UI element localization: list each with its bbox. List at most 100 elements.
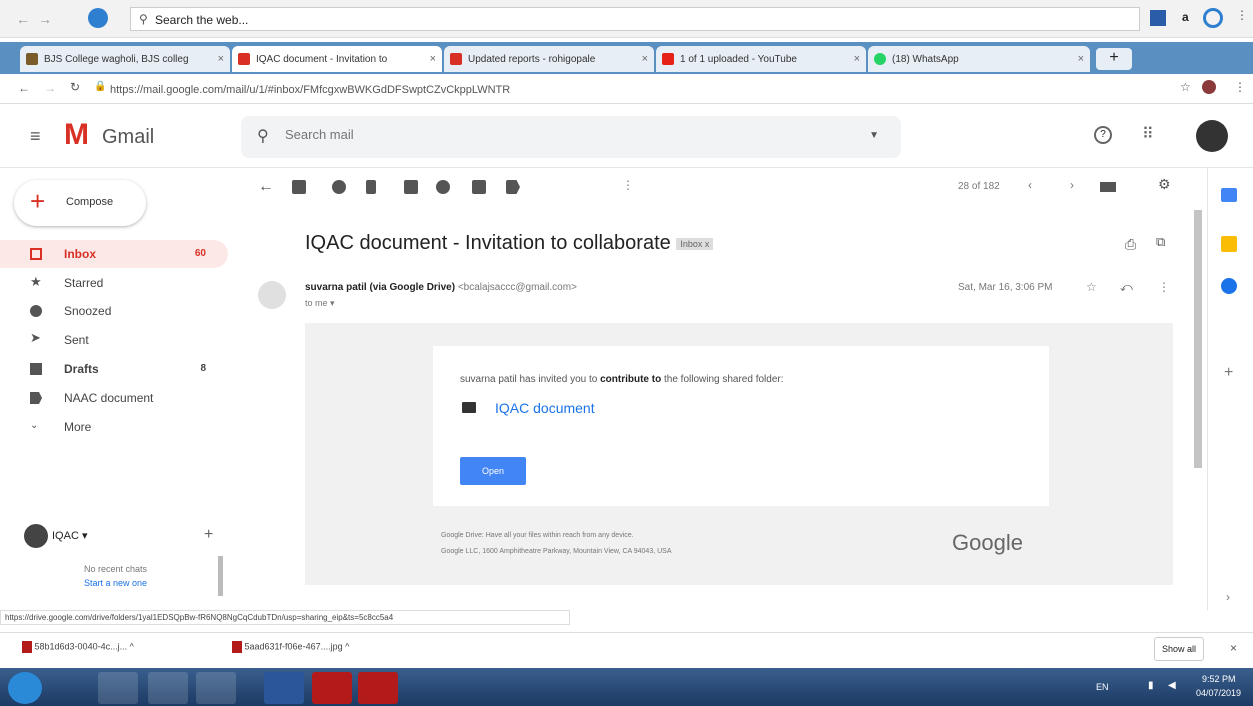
avatar[interactable] <box>24 524 48 548</box>
file-explorer-icon[interactable] <box>196 672 236 704</box>
sidebar-item-drafts[interactable]: Drafts 8 <box>0 355 228 383</box>
sidebar-item-more[interactable]: ⌄ More <box>0 413 228 441</box>
network-icon[interactable]: ▮ <box>1148 680 1154 691</box>
chat-scrollbar[interactable] <box>218 556 223 596</box>
get-addons-plus-icon[interactable]: + <box>1224 364 1233 382</box>
settings-gear-icon[interactable]: ⚙ <box>1158 176 1171 193</box>
close-icon[interactable]: × <box>1230 641 1237 655</box>
report-spam-icon[interactable] <box>332 180 346 194</box>
file-icon <box>232 641 242 653</box>
keep-icon[interactable] <box>1221 236 1237 252</box>
sidebar-item-naac-document[interactable]: NAAC document <box>0 384 228 412</box>
language-indicator[interactable]: EN <box>1096 682 1109 692</box>
close-icon[interactable]: × <box>430 53 436 65</box>
download-label: 5aad631f-f06e-467....jpg <box>244 641 343 652</box>
sidebar-item-snoozed[interactable]: Snoozed <box>0 297 228 325</box>
tab-whatsapp[interactable]: (18) WhatsApp × <box>868 46 1090 72</box>
calendar-icon[interactable] <box>1221 188 1237 202</box>
invite-text-pre: suvarna patil has invited you to <box>460 374 598 385</box>
label-icon[interactable] <box>506 180 520 194</box>
clock-time[interactable]: 9:52 PM <box>1202 674 1236 684</box>
web-search-box[interactable]: ⚲ Search the web... <box>130 7 1140 31</box>
show-all-button[interactable]: Show all <box>1154 637 1204 661</box>
star-icon[interactable]: ☆ <box>1180 80 1191 94</box>
open-button[interactable]: Open <box>460 457 526 485</box>
tab-bjs-college[interactable]: BJS College wagholi, BJS colleg × <box>20 46 230 72</box>
star-icon[interactable]: ☆ <box>1086 280 1097 294</box>
forward-icon[interactable]: → <box>38 11 52 27</box>
search-mail-box[interactable]: ⚲ ▼ <box>241 116 901 158</box>
download-item[interactable]: 5aad631f-f06e-467....jpg ^ <box>232 641 432 661</box>
move-to-icon[interactable] <box>472 180 486 194</box>
open-new-window-icon[interactable]: ⧉ <box>1156 234 1165 250</box>
print-icon[interactable]: ⎙ <box>1125 236 1136 253</box>
more-options-icon[interactable]: ⋮ <box>1158 280 1170 294</box>
close-icon[interactable]: × <box>218 53 224 65</box>
send-icon: ➤ <box>30 330 41 345</box>
more-menu-icon[interactable]: ⋮ <box>1236 8 1248 22</box>
back-icon[interactable]: ← <box>18 81 30 95</box>
email-scrollbar[interactable] <box>1194 210 1202 468</box>
inbox-label-chip[interactable]: Inbox x <box>676 237 714 250</box>
word-icon[interactable] <box>264 672 304 704</box>
firefox-icon[interactable] <box>148 672 188 704</box>
search-icon[interactable]: ⚲ <box>257 126 269 146</box>
profile-icon[interactable] <box>1202 80 1216 94</box>
tasks-icon[interactable] <box>1221 278 1237 294</box>
acrobat-icon[interactable] <box>358 672 398 704</box>
main-menu-icon[interactable]: ≡ <box>30 126 41 147</box>
forward-icon[interactable]: → <box>44 81 56 95</box>
input-tools-icon[interactable] <box>1100 182 1116 192</box>
search-options-icon[interactable]: ▼ <box>869 130 879 141</box>
close-icon[interactable]: × <box>1078 53 1084 65</box>
gmail-logo-icon[interactable]: M <box>64 120 89 150</box>
web-search-input[interactable]: Search the web... <box>155 13 248 27</box>
newer-chevron-left-icon[interactable]: ‹ <box>1028 178 1032 192</box>
update-icon[interactable] <box>1203 8 1223 28</box>
account-icon[interactable]: a <box>1182 10 1189 24</box>
tab-iqac-document[interactable]: IQAC document - Invitation to × <box>232 46 442 72</box>
search-input[interactable] <box>285 127 845 142</box>
tab-youtube[interactable]: 1 of 1 uploaded - YouTube × <box>656 46 866 72</box>
delete-icon[interactable] <box>366 180 376 194</box>
sidebar-item-starred[interactable]: ★ Starred <box>0 269 228 297</box>
more-menu-icon[interactable]: ⋮ <box>1234 80 1246 94</box>
back-to-inbox-icon[interactable]: ← <box>258 178 274 196</box>
sidebar-item-sent[interactable]: ➤ Sent <box>0 326 228 354</box>
back-icon[interactable]: ← <box>16 11 30 27</box>
sidebar-item-inbox[interactable]: Inbox 60 <box>0 240 228 268</box>
chrome-icon[interactable] <box>98 672 138 704</box>
url-field[interactable]: https://mail.google.com/mail/u/1/#inbox/… <box>110 80 1150 100</box>
clock-date[interactable]: 04/07/2019 <box>1196 688 1241 698</box>
expand-panel-chevron-icon[interactable]: › <box>1226 590 1230 604</box>
recipient-line[interactable]: to me ▾ <box>305 298 335 309</box>
new-tab-button[interactable]: + <box>1096 48 1132 70</box>
reload-icon[interactable]: ↻ <box>70 80 80 94</box>
mark-unread-icon[interactable] <box>404 180 418 194</box>
reply-icon[interactable]: ⤺ <box>1120 280 1133 295</box>
search-icon: ⚲ <box>139 12 148 26</box>
new-chat-plus-icon[interactable]: + <box>204 526 213 544</box>
archive-icon[interactable] <box>292 180 306 194</box>
extension-icon[interactable] <box>1150 10 1166 26</box>
start-new-chat-link[interactable]: Start a new one <box>84 578 147 588</box>
tab-updated-reports[interactable]: Updated reports - rohigopale × <box>444 46 654 72</box>
volume-icon[interactable]: ◀ <box>1168 680 1176 691</box>
ie-logo-icon[interactable] <box>88 8 108 28</box>
snooze-icon[interactable] <box>436 180 450 194</box>
download-item[interactable]: 58b1d6d3-0040-4c...j... ^ <box>22 641 222 661</box>
filezilla-icon[interactable] <box>312 672 352 704</box>
more-options-icon[interactable]: ⋮ <box>622 178 634 192</box>
chat-user-name[interactable]: IQAC ▾ <box>52 529 87 542</box>
help-icon[interactable]: ? <box>1094 126 1112 144</box>
apps-grid-icon[interactable]: ⠿ <box>1142 124 1154 144</box>
tab-label: Updated reports - rohigopale <box>468 54 596 65</box>
avatar[interactable] <box>1196 120 1228 152</box>
sender-name[interactable]: suvarna patil (via Google Drive) <box>305 282 455 293</box>
start-button-icon[interactable] <box>8 672 42 704</box>
older-chevron-right-icon[interactable]: › <box>1070 178 1074 192</box>
folder-link[interactable]: IQAC document <box>495 400 595 416</box>
compose-button[interactable]: + Compose <box>14 180 146 226</box>
close-icon[interactable]: × <box>642 53 648 65</box>
close-icon[interactable]: × <box>854 53 860 65</box>
